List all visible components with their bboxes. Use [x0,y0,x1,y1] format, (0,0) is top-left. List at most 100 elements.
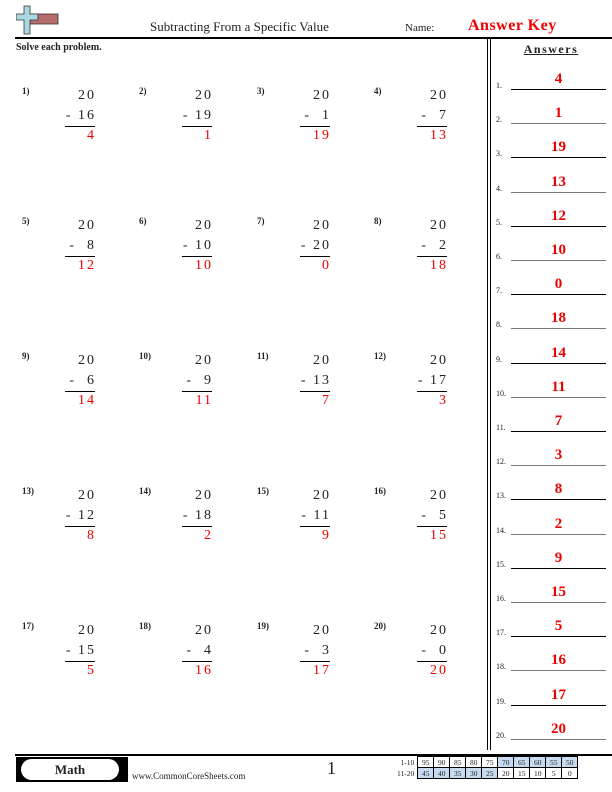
subtrahend: - 11 [301,508,331,523]
problem-item: 3) 20 - 1 19 [257,86,357,156]
score-cell: 40 [433,767,451,779]
score-cell: 60 [529,756,547,768]
subtrahend: - 1 [304,108,331,123]
problem-item: 20) 20 - 0 20 [374,621,474,691]
score-cell: 20 [497,767,515,779]
answer-key-row: 10. 11 [496,378,606,398]
answer-blank [511,704,606,706]
worksheet-title: Subtracting From a Specific Value [150,19,329,34]
answer-blank [511,328,606,330]
problem-item: 5) 20 - 8 12 [22,216,122,286]
answer-number: 10. [496,388,506,398]
problem-number: 15) [257,486,269,496]
answer-line [182,256,212,257]
answer-key-row: 3. 19 [496,138,606,159]
answer-value: 1 [554,105,563,122]
answer-value: 19 [551,139,566,156]
answer-number: 18. [496,662,506,672]
score-cell: 95 [417,756,435,768]
subtrahend: - 18 [182,508,213,523]
answer-value: 13 [551,173,566,190]
answer-value: 7 [554,413,563,429]
problem-item: 6) 20 - 10 10 [139,216,239,286]
answer-value: 2 [554,515,563,532]
answer-line [417,661,447,662]
problem-item: 17) 20 - 15 5 [22,621,122,691]
answer-value: 20 [551,720,566,737]
header-divider [15,37,612,39]
answer-blank [511,123,606,125]
answer-number: 13. [496,491,506,501]
minuend: 20 [78,623,96,638]
problem-answer: 2 [204,528,213,543]
answer-line [65,661,95,662]
problem-answer: 17 [313,663,331,678]
minuend: 20 [195,218,213,233]
answer-key-row: 16. 15 [496,583,606,603]
answer-value: 12 [551,207,566,224]
problem-number: 7) [257,216,265,226]
answer-blank [511,465,606,467]
problem-answer: 15 [430,528,448,543]
answer-line [182,126,212,127]
answer-column-divider [487,38,488,750]
problem-number: 1) [22,86,30,96]
answer-key-row: 5. 12 [496,207,606,227]
answer-blank [511,157,606,159]
problem-item: 15) 20 - 11 9 [257,486,357,556]
answer-number: 19. [496,696,506,706]
minuend: 20 [195,88,213,103]
answer-line [300,391,330,392]
subtrahend: - 7 [421,108,448,123]
score-cell: 15 [513,767,531,779]
answer-number: 17. [496,628,506,638]
answer-key-row: 2. 1 [496,104,606,125]
answer-blank [511,602,606,603]
minuend: 20 [195,353,213,368]
subtrahend: - 3 [304,643,331,658]
answer-line [182,526,212,527]
answer-line [300,526,330,527]
answer-key-row: 13. 8 [496,480,606,501]
answer-blank [511,225,606,227]
answer-number: 8. [496,320,502,330]
answer-blank [511,191,606,193]
minuend: 20 [195,623,213,638]
answer-key-row: 6. 10 [496,241,606,261]
plus-minus-logo-icon [16,5,59,35]
problem-answer: 20 [430,663,448,678]
problem-number: 8) [374,216,382,226]
problem-number: 3) [257,86,265,96]
answer-blank [511,533,606,535]
problem-item: 4) 20 - 7 13 [374,86,474,156]
subject-label: Math [21,759,119,780]
subtrahend: - 5 [421,508,448,523]
answer-key-row: 20. 20 [496,720,606,740]
answer-key-row: 8. 18 [496,309,606,330]
answer-key-row: 15. 9 [496,549,606,569]
score-cell: 45 [417,767,435,779]
problem-answer: 0 [322,258,331,273]
subtrahend: - 0 [421,643,448,658]
answer-blank [511,567,606,569]
problem-answer: 14 [78,393,96,408]
problem-number: 13) [22,486,34,496]
score-cell: 80 [465,756,483,768]
answer-blank [511,636,606,638]
score-cell: 5 [545,767,563,779]
problem-number: 11) [257,351,269,361]
answer-line [182,661,212,662]
answer-number: 16. [496,594,506,603]
minuend: 20 [78,218,96,233]
minuend: 20 [313,218,331,233]
answer-blank [511,396,606,398]
problem-item: 7) 20 - 20 0 [257,216,357,286]
minuend: 20 [313,88,331,103]
problem-number: 17) [22,621,34,631]
answer-line [65,391,95,392]
problem-item: 13) 20 - 12 8 [22,486,122,556]
problem-answer: 18 [430,258,448,273]
answer-key-row: 9. 14 [496,344,606,364]
score-cell: 0 [561,767,579,779]
subtrahend: - 12 [65,508,96,523]
